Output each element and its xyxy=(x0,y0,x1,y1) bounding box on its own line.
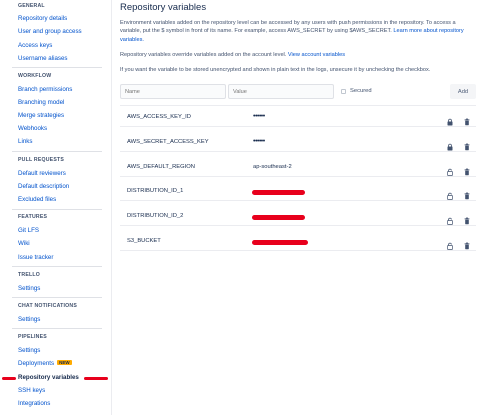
nav-issue-tracker[interactable]: Issue tracker xyxy=(18,254,53,261)
nav-deployments-label: Deployments xyxy=(18,360,55,367)
nav-webhooks[interactable]: Webhooks xyxy=(18,125,47,132)
nav-links[interactable]: Links xyxy=(18,138,32,145)
sidebar-divider xyxy=(12,151,102,152)
variable-value: ap-southeast-2 xyxy=(253,163,292,170)
nav-ssh-keys[interactable]: SSH keys xyxy=(18,387,45,394)
unlock-icon[interactable] xyxy=(446,163,454,176)
row-divider xyxy=(120,150,476,152)
nav-branch-permissions[interactable]: Branch permissions xyxy=(18,86,72,93)
row-divider xyxy=(120,200,476,202)
row-divider xyxy=(120,175,476,177)
section-heading-features: FEATURES xyxy=(18,214,48,220)
variable-name: AWS_SECRET_ACCESS_KEY xyxy=(127,138,209,145)
nav-default-reviewers[interactable]: Default reviewers xyxy=(18,170,66,177)
sidebar-divider xyxy=(12,266,102,267)
section-heading-general: GENERAL xyxy=(18,3,45,9)
nav-default-description[interactable]: Default description xyxy=(18,183,69,190)
secured-label: Secured xyxy=(350,88,372,94)
annotation-mark-right xyxy=(84,377,108,380)
row-divider xyxy=(120,250,476,251)
variable-name: DISTRIBUTION_ID_1 xyxy=(127,188,184,195)
sidebar-divider xyxy=(12,328,102,329)
variable-name: S3_BUCKET xyxy=(127,238,161,244)
nav-branching-model[interactable]: Branching model xyxy=(18,99,64,106)
section-heading-pull-requests: PULL REQUESTS xyxy=(18,157,65,163)
nav-username-aliases[interactable]: Username aliases xyxy=(18,55,68,62)
unlock-icon[interactable] xyxy=(446,187,454,201)
section-heading-pipelines: PIPELINES xyxy=(18,334,47,340)
override-text: Repository variables override variables … xyxy=(120,52,287,58)
nav-pipelines-settings[interactable]: Settings xyxy=(18,347,40,354)
redacted-value xyxy=(252,240,308,245)
nav-git-lfs[interactable]: Git LFS xyxy=(18,227,39,234)
row-divider xyxy=(120,126,476,127)
nav-integrations[interactable]: Integrations xyxy=(18,400,50,407)
sidebar-divider xyxy=(12,209,102,210)
override-block: Repository variables override variables … xyxy=(120,51,475,59)
annotation-mark-left xyxy=(2,377,16,380)
sidebar-divider xyxy=(12,297,102,298)
unlock-icon[interactable] xyxy=(446,212,454,226)
redacted-value xyxy=(252,190,305,196)
trash-icon[interactable] xyxy=(463,237,471,250)
variable-value-input[interactable] xyxy=(228,84,334,99)
nav-user-group-access[interactable]: User and group access xyxy=(18,28,82,35)
unlock-icon[interactable] xyxy=(446,237,454,250)
nav-access-keys[interactable]: Access keys xyxy=(18,42,52,49)
trash-icon[interactable] xyxy=(463,113,471,126)
variable-name: AWS_DEFAULT_REGION xyxy=(127,163,195,170)
table-divider xyxy=(120,105,476,106)
sidebar-divider xyxy=(12,67,102,68)
trash-icon[interactable] xyxy=(463,212,471,225)
secured-checkbox[interactable] xyxy=(341,89,346,94)
nav-wiki[interactable]: Wiki xyxy=(18,240,30,247)
variable-value: •••••• xyxy=(253,137,265,145)
section-heading-chat-notifications: CHAT NOTIFICATIONS xyxy=(18,303,78,309)
variable-name-input[interactable] xyxy=(120,84,226,99)
nav-repository-details[interactable]: Repository details xyxy=(18,15,67,22)
row-divider xyxy=(120,225,476,227)
lock-icon[interactable] xyxy=(446,113,454,126)
nav-excluded-files[interactable]: Excluded files xyxy=(18,196,56,203)
nav-trello-settings[interactable]: Settings xyxy=(18,285,40,292)
section-heading-workflow: WORKFLOW xyxy=(18,73,52,79)
nav-deployments[interactable]: Deployments NEW xyxy=(18,360,72,367)
view-account-variables-link[interactable]: View account variables xyxy=(288,52,345,58)
variable-name: AWS_ACCESS_KEY_ID xyxy=(127,114,191,120)
description-block: Environment variables added on the repos… xyxy=(120,19,475,44)
add-variable-button[interactable]: Add xyxy=(450,84,476,99)
page-title: Repository variables xyxy=(120,2,207,13)
new-badge: NEW xyxy=(57,360,72,365)
sidebar-border xyxy=(111,0,112,415)
trash-icon[interactable] xyxy=(463,138,471,150)
nav-merge-strategies[interactable]: Merge strategies xyxy=(18,112,64,119)
lock-icon[interactable] xyxy=(446,138,454,151)
trash-icon[interactable] xyxy=(463,163,471,175)
settings-sidebar: GENERAL Repository details User and grou… xyxy=(0,0,112,415)
redacted-value xyxy=(252,215,305,221)
variable-value: •••••• xyxy=(253,113,265,120)
section-heading-trello: TRELLO xyxy=(18,272,40,278)
trash-icon[interactable] xyxy=(463,187,471,200)
nav-repository-variables[interactable]: Repository variables xyxy=(18,374,79,381)
variable-name: DISTRIBUTION_ID_2 xyxy=(127,213,184,220)
unencrypted-text: If you want the variable to be stored un… xyxy=(120,67,431,73)
nav-chat-settings[interactable]: Settings xyxy=(18,316,40,323)
